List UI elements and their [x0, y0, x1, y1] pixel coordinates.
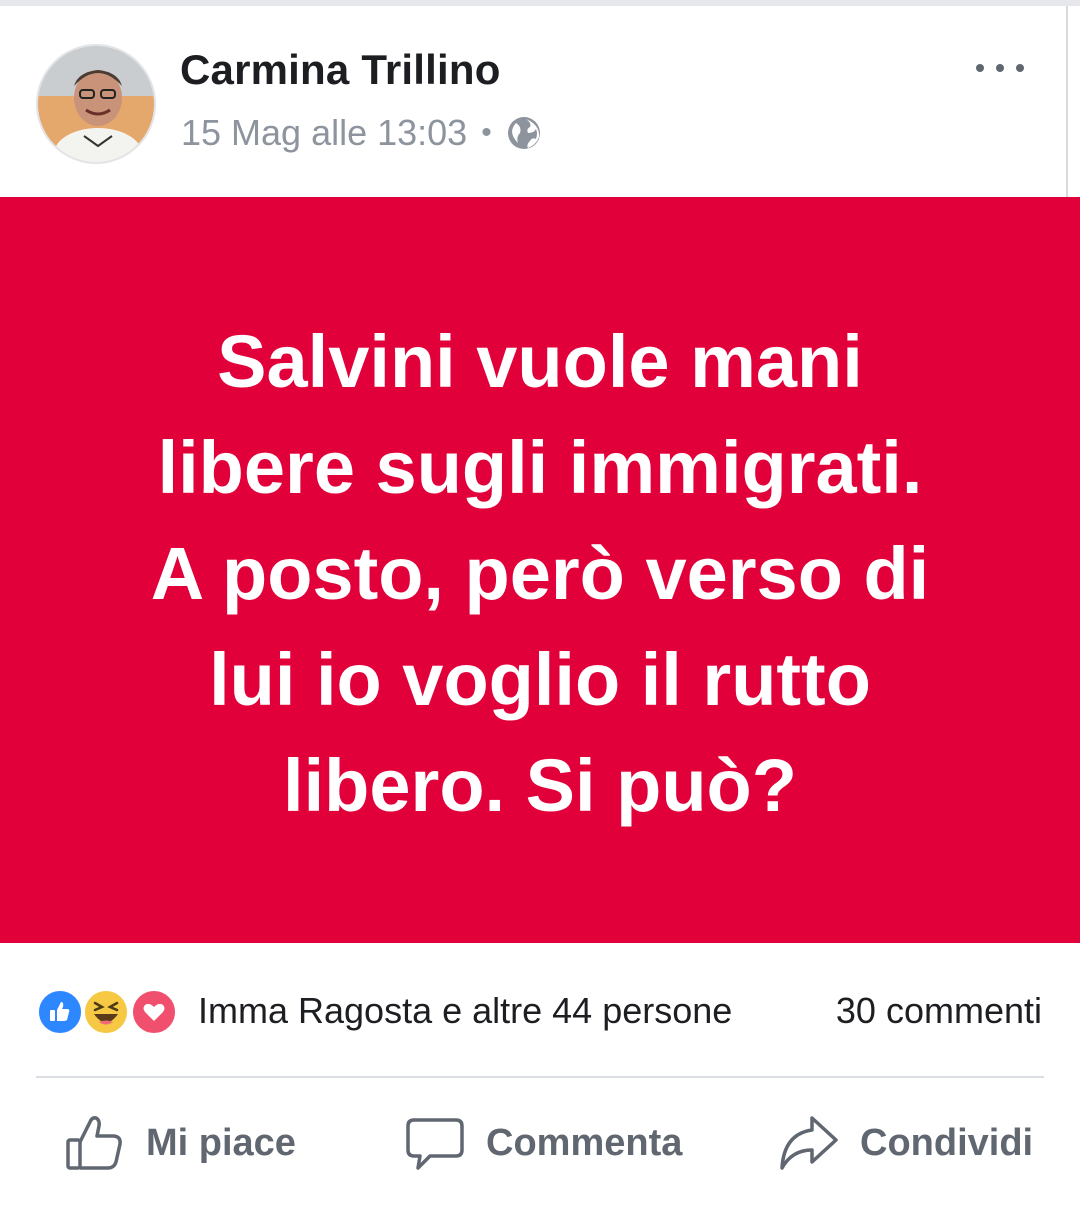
post-text-line: libere sugli immigrati. — [157, 426, 923, 509]
thumbs-up-icon — [64, 1112, 126, 1174]
reaction-icons[interactable] — [36, 988, 186, 1036]
post-timestamp[interactable]: 15 Mag alle 13:03 — [181, 112, 467, 154]
action-bar: Mi piace Commenta Condividi — [0, 1078, 1080, 1210]
more-dot — [996, 64, 1004, 72]
comment-bubble-icon — [404, 1112, 466, 1174]
post-background: Salvini vuole mani libere sugli immigrat… — [0, 197, 1080, 943]
avatar[interactable] — [36, 44, 156, 164]
more-dot — [976, 64, 984, 72]
post-text-line: libero. Si può? — [283, 744, 797, 827]
comment-label: Commenta — [486, 1121, 683, 1164]
post-text-line: lui io voglio il rutto — [209, 638, 871, 721]
haha-reaction-icon — [82, 988, 130, 1036]
share-button[interactable]: Condividi — [778, 1110, 1033, 1176]
meta-separator: • — [481, 116, 492, 149]
more-dot — [1016, 64, 1024, 72]
post-text-line: A posto, però verso di — [150, 532, 930, 615]
post-text: Salvini vuole mani libere sugli immigrat… — [90, 309, 990, 839]
comment-button[interactable]: Commenta — [404, 1110, 682, 1176]
share-label: Condividi — [860, 1121, 1034, 1164]
love-reaction-icon — [130, 988, 178, 1036]
share-arrow-icon — [778, 1112, 840, 1174]
post-meta: 15 Mag alle 13:03 • — [181, 112, 542, 154]
globe-icon — [506, 115, 542, 151]
post-text-line: Salvini vuole mani — [217, 320, 863, 403]
reactions-summary: Imma Ragosta e altre 44 persone 30 comme… — [0, 944, 1080, 1076]
like-label: Mi piace — [146, 1121, 296, 1164]
like-button[interactable]: Mi piace — [64, 1110, 296, 1176]
comments-count[interactable]: 30 commenti — [836, 990, 1042, 1032]
post-header: Carmina Trillino 15 Mag alle 13:03 • — [0, 6, 1080, 196]
reaction-names[interactable]: Imma Ragosta e altre 44 persone — [198, 990, 732, 1032]
like-reaction-icon — [36, 988, 84, 1036]
more-options-icon[interactable] — [968, 46, 1032, 90]
author-name[interactable]: Carmina Trillino — [180, 46, 501, 94]
